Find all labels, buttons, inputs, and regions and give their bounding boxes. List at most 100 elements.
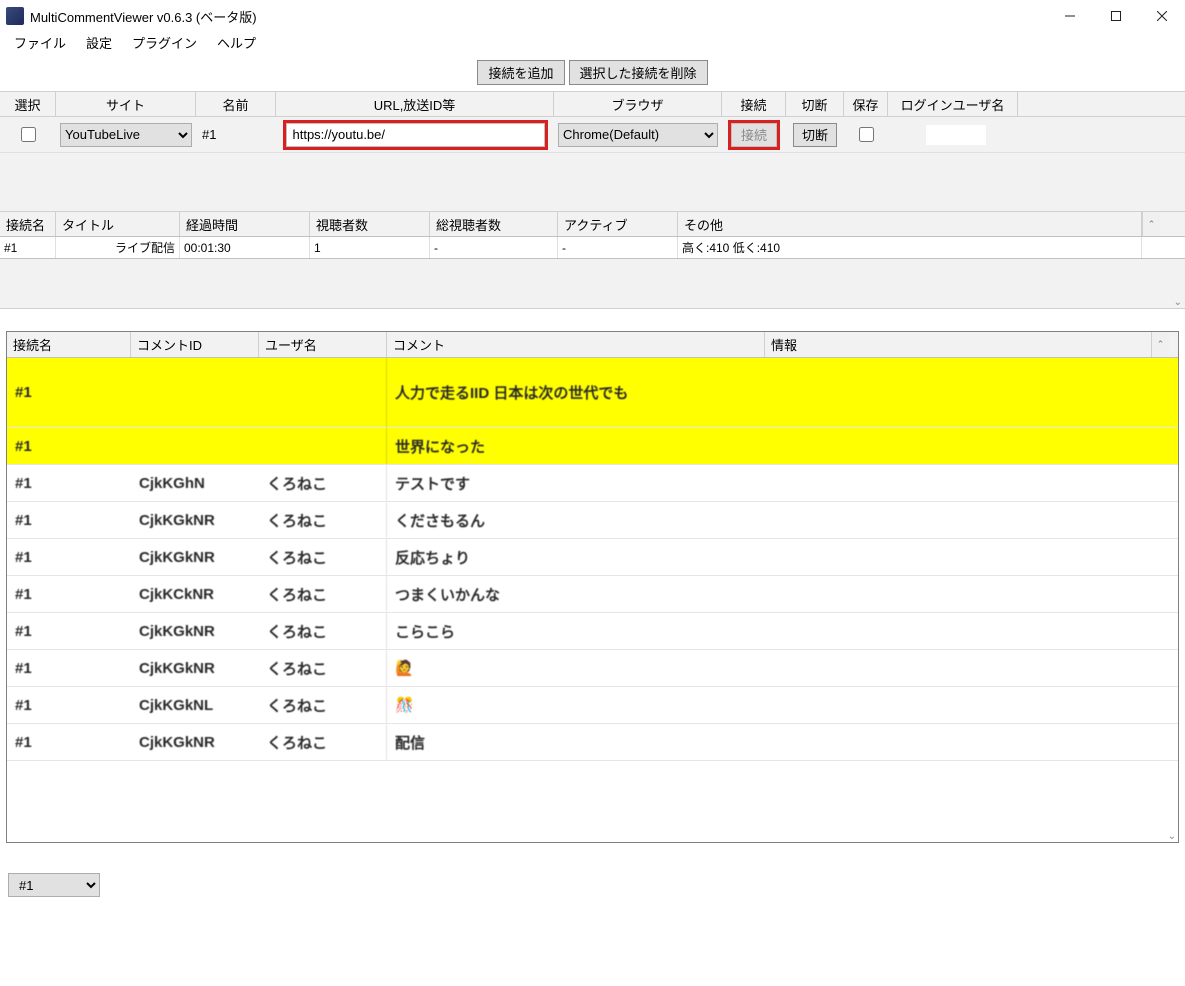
comments-scroll-up-icon[interactable]: ⌃ — [1151, 332, 1169, 357]
add-connection-button[interactable]: 接続を追加 — [477, 60, 564, 85]
maximize-button[interactable] — [1093, 0, 1139, 32]
url-input[interactable] — [286, 123, 545, 147]
disconnect-button[interactable]: 切断 — [793, 123, 837, 147]
stats-active: - — [558, 237, 678, 258]
comment-user: くろねこ — [259, 502, 387, 538]
stats-header: 接続名 タイトル 経過時間 視聴者数 総視聴者数 アクティブ その他 ⌃ — [0, 211, 1185, 237]
comment-id — [131, 358, 259, 427]
comment-row[interactable]: #1CjkKGkNLくろねこ🎊 — [7, 687, 1178, 724]
minimize-button[interactable] — [1047, 0, 1093, 32]
comment-user: くろねこ — [259, 576, 387, 612]
comment-conn: #1 — [7, 465, 131, 501]
stats-title: ライブ配信 — [56, 237, 180, 258]
comment-info — [765, 539, 1151, 575]
browser-select[interactable]: Chrome(Default) — [558, 123, 718, 147]
comment-row[interactable]: #1人力で走るIID 日本は次の世代でも — [7, 358, 1178, 428]
comment-text: つまくいかんな — [387, 576, 765, 612]
header-url: URL,放送ID等 — [276, 92, 554, 116]
comment-text: 世界になった — [387, 428, 765, 464]
stats-header-elapsed: 経過時間 — [180, 212, 310, 236]
comments-header-user: ユーザ名 — [259, 332, 387, 357]
comment-text: 🎊 — [387, 687, 765, 723]
comment-info — [765, 650, 1151, 686]
header-connect: 接続 — [722, 92, 786, 116]
comment-id: CjkKGhN — [131, 465, 259, 501]
comment-row[interactable]: #1CjkKGkNRくろねこ配信 — [7, 724, 1178, 761]
comment-conn: #1 — [7, 687, 131, 723]
comment-conn: #1 — [7, 724, 131, 760]
select-checkbox[interactable] — [21, 127, 36, 142]
comment-text: 🙋 — [387, 650, 765, 686]
comment-info — [765, 358, 1151, 427]
stats-header-title: タイトル — [56, 212, 180, 236]
comment-id: CjkKGkNR — [131, 724, 259, 760]
header-browser: ブラウザ — [554, 92, 722, 116]
comment-conn: #1 — [7, 613, 131, 649]
connection-header: 選択 サイト 名前 URL,放送ID等 ブラウザ 接続 切断 保存 ログインユー… — [0, 91, 1185, 117]
comment-text: 反応ちょり — [387, 539, 765, 575]
comments-header-conn: 接続名 — [7, 332, 131, 357]
comments-body[interactable]: #1人力で走るIID 日本は次の世代でも#1世界になった#1CjkKGhNくろね… — [7, 358, 1178, 842]
comment-id: CjkKGkNL — [131, 687, 259, 723]
connection-name: #1 — [196, 117, 276, 152]
stats-header-viewers: 視聴者数 — [310, 212, 430, 236]
stats-elapsed: 00:01:30 — [180, 237, 310, 258]
comment-user: くろねこ — [259, 650, 387, 686]
comment-conn: #1 — [7, 502, 131, 538]
comment-info — [765, 613, 1151, 649]
header-select: 選択 — [0, 92, 56, 116]
comment-id — [131, 428, 259, 464]
comment-row[interactable]: #1CjkKGkNRくろねこ🙋 — [7, 650, 1178, 687]
comment-info — [765, 576, 1151, 612]
comment-user: くろねこ — [259, 539, 387, 575]
site-select[interactable]: YouTubeLive — [60, 123, 192, 147]
menu-plugin[interactable]: プラグイン — [122, 32, 207, 56]
comment-info — [765, 428, 1151, 464]
comment-row[interactable]: #1世界になった — [7, 428, 1178, 465]
comments-scroll-down-icon[interactable]: ⌄ — [1168, 831, 1176, 842]
stats-total: - — [430, 237, 558, 258]
comment-user — [259, 428, 387, 464]
stats-header-active: アクティブ — [558, 212, 678, 236]
comments-header-info: 情報 — [765, 332, 1151, 357]
comment-id: CjkKCkNR — [131, 576, 259, 612]
comments-panel: 接続名 コメントID ユーザ名 コメント 情報 ⌃ #1人力で走るIID 日本は… — [6, 331, 1179, 843]
stats-scroll-up-icon[interactable]: ⌃ — [1142, 212, 1160, 236]
comment-row[interactable]: #1CjkKGkNRくろねここらこら — [7, 613, 1178, 650]
comments-header: 接続名 コメントID ユーザ名 コメント 情報 ⌃ — [7, 332, 1178, 358]
close-button[interactable] — [1139, 0, 1185, 32]
comment-row[interactable]: #1CjkKCkNRくろねこつまくいかんな — [7, 576, 1178, 613]
stats-row: #1 ライブ配信 00:01:30 1 - - 高く:410 低く:410 — [0, 237, 1185, 259]
comment-text: 人力で走るIID 日本は次の世代でも — [387, 358, 765, 427]
menu-help[interactable]: ヘルプ — [207, 32, 266, 56]
comment-conn: #1 — [7, 650, 131, 686]
comment-text: 配信 — [387, 724, 765, 760]
comment-user — [259, 358, 387, 427]
connection-row: YouTubeLive #1 Chrome(Default) 接続 切断 — [0, 117, 1185, 153]
comments-header-cid: コメントID — [131, 332, 259, 357]
menu-settings[interactable]: 設定 — [76, 32, 122, 56]
comment-info — [765, 724, 1151, 760]
comment-row[interactable]: #1CjkKGkNRくろねこ反応ちょり — [7, 539, 1178, 576]
stats-other: 高く:410 低く:410 — [678, 237, 1142, 258]
stats-header-other: その他 — [678, 212, 1142, 236]
remove-connection-button[interactable]: 選択した接続を削除 — [569, 60, 708, 85]
comment-info — [765, 465, 1151, 501]
status-connection-select[interactable]: #1 — [8, 873, 100, 897]
comment-id: CjkKGkNR — [131, 539, 259, 575]
status-bar: #1 — [0, 843, 1185, 897]
comment-id: CjkKGkNR — [131, 613, 259, 649]
panel-spacer — [0, 309, 1185, 331]
window-title: MultiCommentViewer v0.6.3 (ベータ版) — [30, 7, 1047, 26]
comment-user: くろねこ — [259, 724, 387, 760]
comment-row[interactable]: #1CjkKGkNRくろねこくださもるん — [7, 502, 1178, 539]
comments-header-comment: コメント — [387, 332, 765, 357]
login-user-box — [926, 125, 986, 145]
save-checkbox[interactable] — [859, 127, 874, 142]
comment-text: テストです — [387, 465, 765, 501]
connect-button[interactable]: 接続 — [731, 123, 777, 147]
comment-conn: #1 — [7, 576, 131, 612]
comment-row[interactable]: #1CjkKGhNくろねこテストです — [7, 465, 1178, 502]
menu-file[interactable]: ファイル — [4, 32, 76, 56]
stats-gap — [0, 259, 1185, 309]
